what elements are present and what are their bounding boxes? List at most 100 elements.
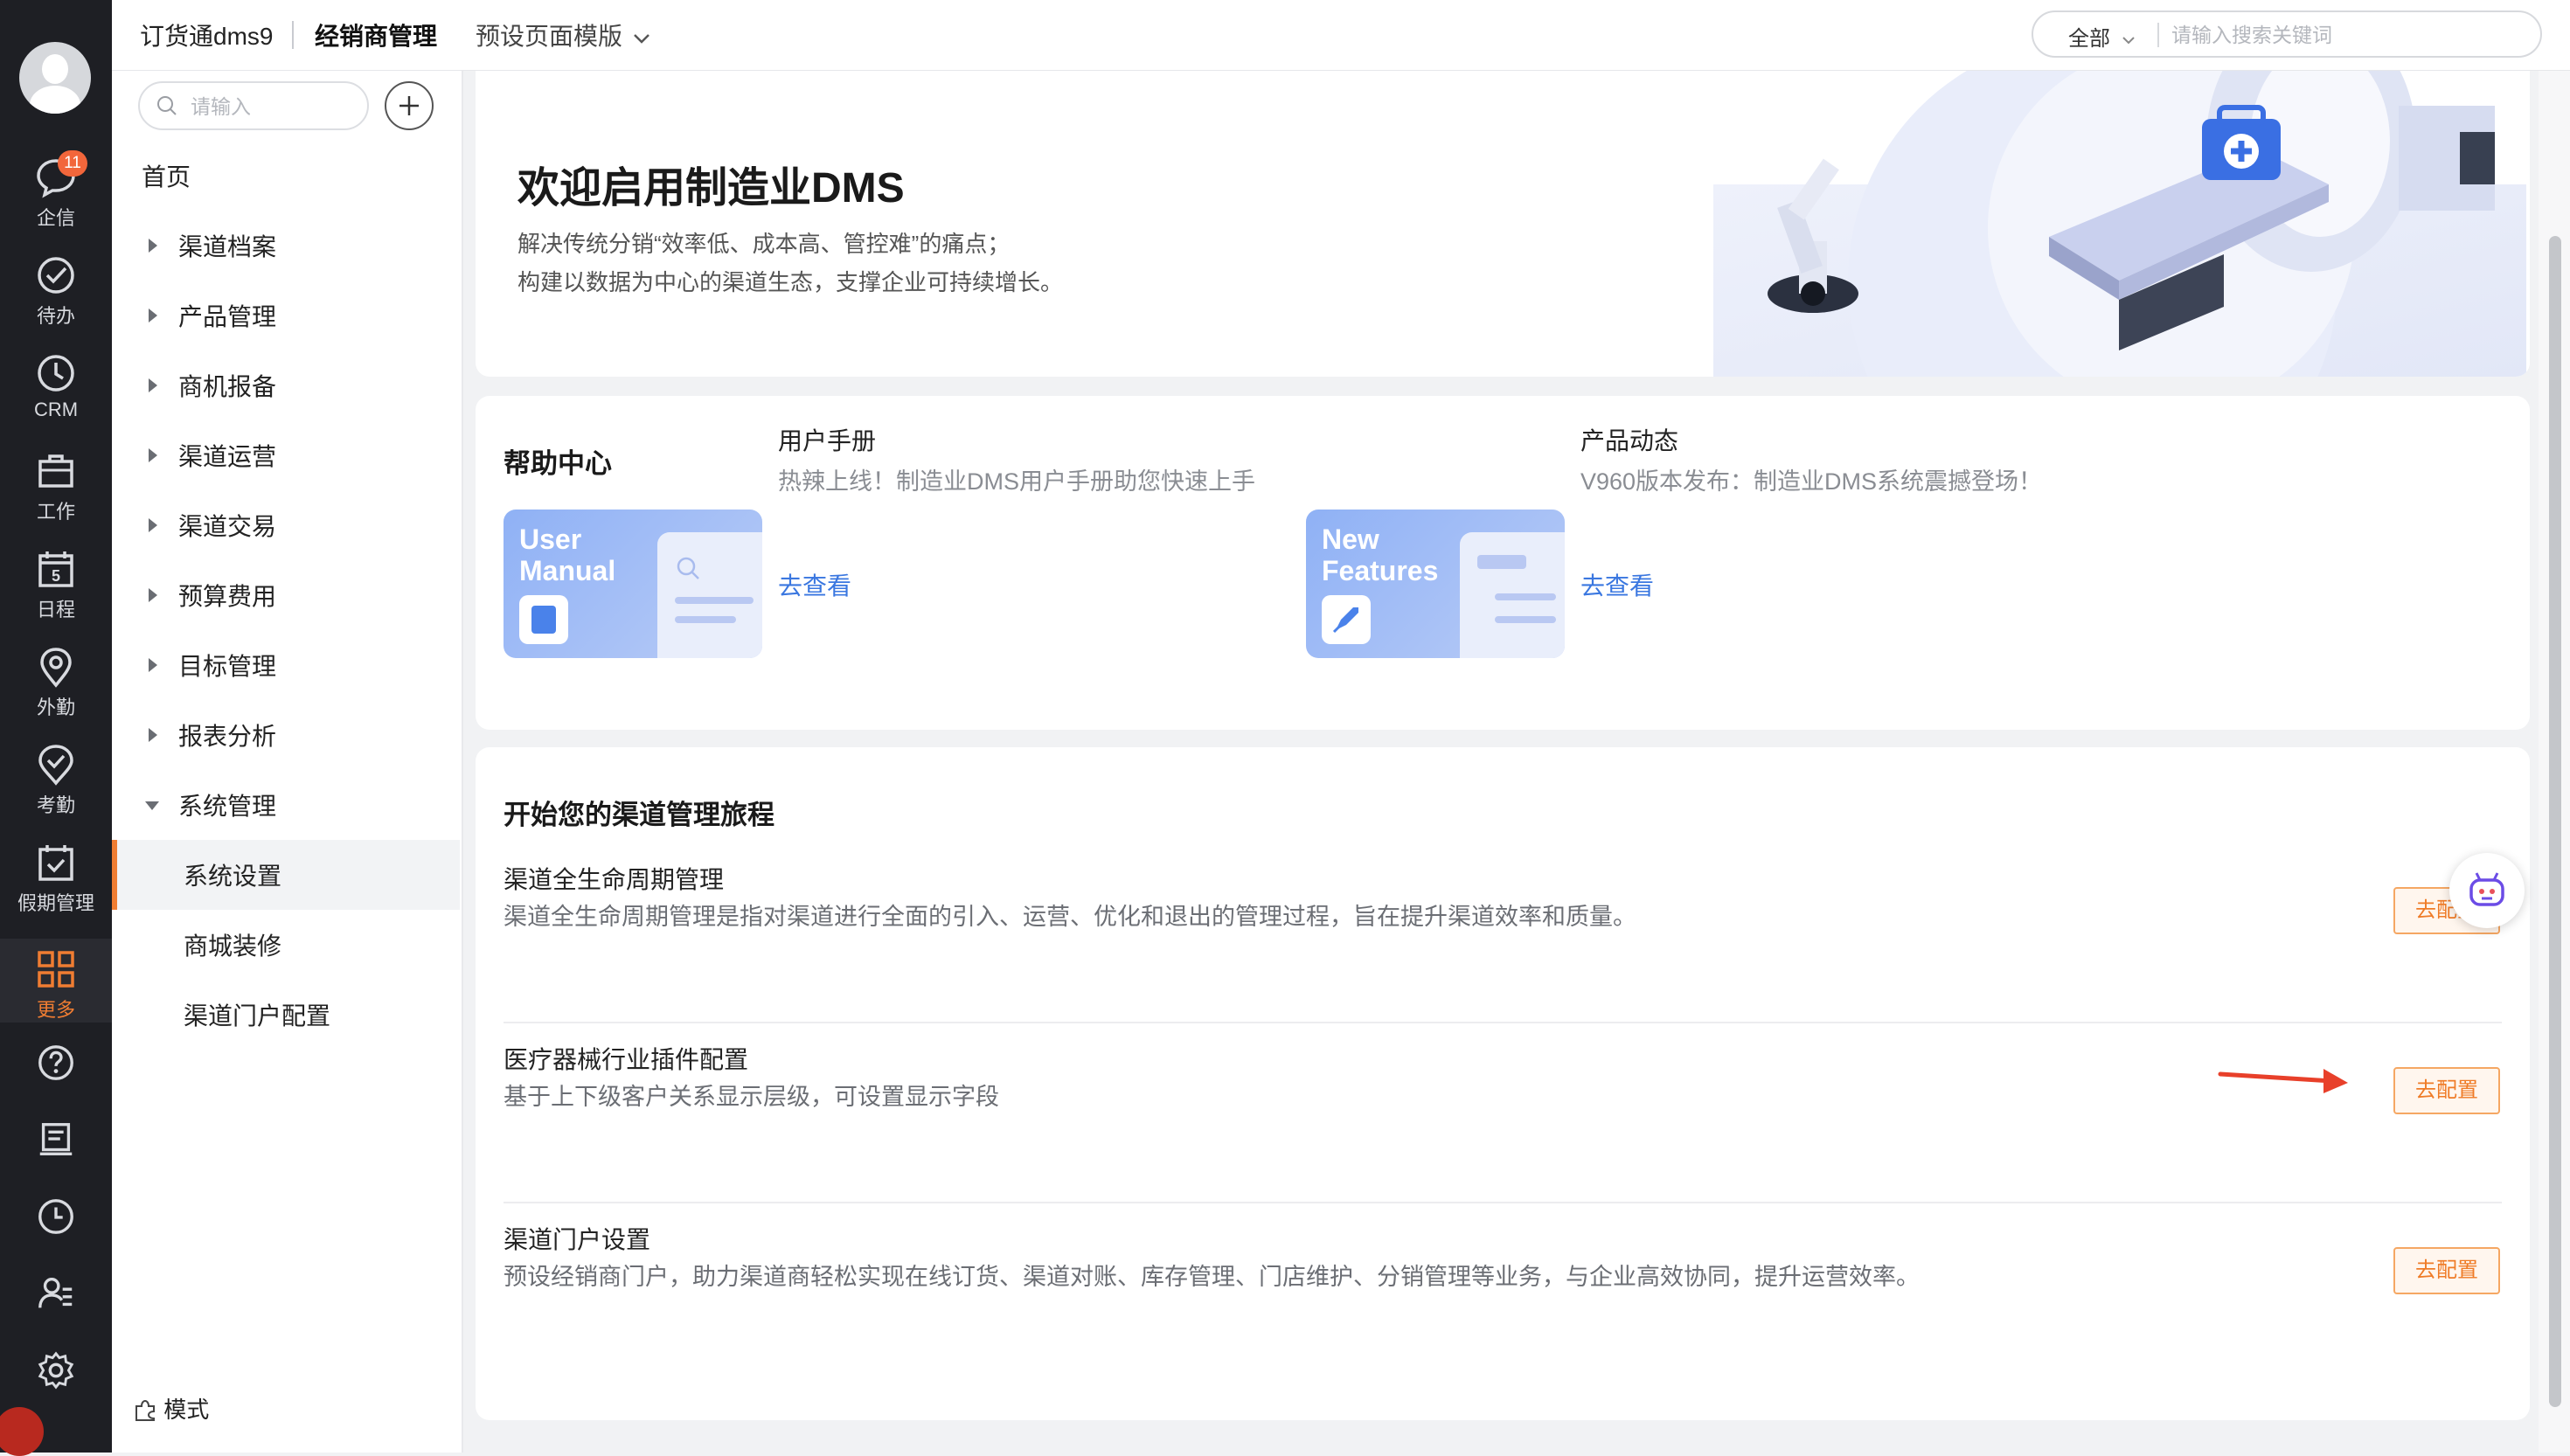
- search-scope-select[interactable]: 全部: [2068, 21, 2136, 52]
- nav-group-product[interactable]: 产品管理: [112, 281, 460, 350]
- rail-label: 外勤: [36, 697, 75, 718]
- nav-item-mall-decoration[interactable]: 商城装修: [112, 910, 460, 980]
- rail-item-work[interactable]: 工作: [0, 449, 112, 547]
- user-manual-thumbnail[interactable]: User Manual: [504, 510, 762, 658]
- module-nav: 首页 渠道档案 产品管理 商机报备 渠道运营 渠道交易 预算费用 目标管理 报表…: [112, 71, 463, 1453]
- rail-item-more[interactable]: 更多: [0, 939, 112, 1023]
- journey-row-name: 医疗器械行业插件配置: [504, 1046, 749, 1073]
- rail-item-todo[interactable]: 待办: [0, 253, 112, 351]
- book-icon: [519, 595, 568, 644]
- template-dropdown[interactable]: 预设页面模版: [476, 17, 650, 52]
- nav-item-label: 渠道交易: [178, 513, 277, 540]
- nav-group-system[interactable]: 系统管理: [112, 770, 460, 840]
- user-manual-name: 用户手册: [778, 427, 877, 454]
- rail-label: 企信: [36, 207, 75, 229]
- rail-item-field[interactable]: 外勤: [0, 645, 112, 743]
- search-scope-label: 全部: [2068, 27, 2110, 51]
- nav-group-channel-archive[interactable]: 渠道档案: [112, 211, 460, 281]
- new-features-thumbnail[interactable]: New Features: [1306, 510, 1565, 658]
- rail-item-attendance[interactable]: 考勤: [0, 743, 112, 841]
- nav-item-label: 商城装修: [184, 933, 282, 960]
- nav-item-system-settings[interactable]: 系统设置: [112, 840, 460, 910]
- thumb-line-2: Features: [1322, 555, 1439, 586]
- caret-right-icon: [149, 518, 157, 532]
- help-icon: [38, 1045, 73, 1080]
- search-icon: [157, 96, 177, 115]
- nav-item-label: 目标管理: [178, 653, 277, 680]
- nav-group-trade[interactable]: 渠道交易: [112, 490, 460, 560]
- nav-group-opportunity[interactable]: 商机报备: [112, 350, 460, 420]
- user-manual-desc: 热辣上线！制造业DMS用户手册助您快速上手: [778, 468, 1255, 495]
- search-input[interactable]: [2170, 19, 2523, 51]
- user-manage-button[interactable]: [0, 1272, 112, 1342]
- banner-title: 欢迎启用制造业DMS: [517, 165, 905, 211]
- mode-switch[interactable]: 模式: [133, 1392, 209, 1425]
- caret-right-icon: [149, 239, 157, 253]
- history-icon: [38, 1199, 73, 1234]
- nav-item-label: 预算费用: [178, 583, 277, 610]
- nav-search-input[interactable]: [189, 92, 358, 121]
- rail-item-crm[interactable]: CRM: [0, 351, 112, 449]
- add-button[interactable]: [385, 81, 434, 130]
- plus-icon: [399, 96, 419, 115]
- grid-more-icon: [38, 951, 74, 988]
- rail-item-leave[interactable]: 假期管理: [0, 841, 112, 939]
- user-manual-link[interactable]: 去查看: [778, 567, 851, 602]
- svg-text:5: 5: [52, 567, 60, 585]
- product-news-desc: V960版本发布：制造业DMS系统震撼登场！: [1580, 468, 2043, 495]
- app-name[interactable]: 订货通dms9: [140, 17, 273, 52]
- banner-line-1: 解决传统分销“效率低、成本高、管控难”的痛点；: [517, 231, 1011, 257]
- global-search: 全部: [2032, 10, 2542, 58]
- document-button[interactable]: [0, 1119, 112, 1189]
- configure-button[interactable]: 去配置: [2393, 1247, 2500, 1294]
- product-news-link[interactable]: 去查看: [1580, 567, 1654, 602]
- caret-right-icon: [149, 728, 157, 742]
- nav-item-label: 系统管理: [178, 793, 277, 820]
- nav-item-portal-config[interactable]: 渠道门户配置: [112, 980, 460, 1050]
- product-news-name: 产品动态: [1580, 427, 1679, 454]
- check-circle-icon: [38, 257, 74, 294]
- nav-group-operations[interactable]: 渠道运营: [112, 420, 460, 490]
- nav-item-label: 渠道门户配置: [184, 1002, 331, 1030]
- rail-item-qixin[interactable]: 11 企信: [0, 150, 112, 253]
- thumb-line-1: User: [519, 523, 582, 555]
- top-bar: 订货通dms9 经销商管理 预设页面模版 全部: [112, 0, 2570, 71]
- location-pin-icon: [40, 648, 72, 688]
- rail-label: 更多: [36, 999, 75, 1021]
- nav-search: [138, 81, 369, 130]
- robot-assistant-icon: [2469, 872, 2504, 906]
- nav-group-target[interactable]: 目标管理: [112, 630, 460, 700]
- rail-label: 待办: [36, 305, 75, 327]
- journey-row-desc: 渠道全生命周期管理是指对渠道进行全面的引入、运营、优化和退出的管理过程，旨在提升…: [504, 904, 1636, 930]
- help-button[interactable]: [0, 1042, 112, 1112]
- rail-item-schedule[interactable]: 5 日程: [0, 547, 112, 645]
- nav-group-reports[interactable]: 报表分析: [112, 700, 460, 770]
- thumb-line-2: Manual: [519, 555, 616, 586]
- nav-item-label: 系统设置: [184, 863, 282, 890]
- clock-icon: [38, 355, 74, 392]
- thumb-line-1: New: [1322, 523, 1379, 555]
- caret-right-icon: [149, 309, 157, 322]
- caret-down-icon: [145, 801, 159, 810]
- welcome-banner: 欢迎启用制造业DMS 解决传统分销“效率低、成本高、管控难”的痛点； 构建以数据…: [476, 71, 2530, 377]
- divider: [292, 21, 294, 49]
- assistant-button[interactable]: [2449, 853, 2525, 928]
- nav-item-label: 报表分析: [178, 723, 277, 750]
- avatar[interactable]: [19, 42, 91, 114]
- configure-button[interactable]: 去配置: [2393, 1067, 2500, 1114]
- mode-label: 模式: [163, 1397, 210, 1423]
- attendance-check-icon: [38, 745, 73, 786]
- nav-item-home[interactable]: 首页: [112, 141, 460, 211]
- user-manage-icon: [38, 1278, 73, 1308]
- journey-row-desc: 预设经销商门户，助力渠道商轻松实现在线订货、渠道对账、库存管理、门店维护、分销管…: [504, 1264, 1920, 1290]
- rocket-icon: [1322, 595, 1371, 644]
- history-button[interactable]: [0, 1196, 112, 1265]
- calendar-icon: 5: [38, 551, 73, 587]
- nav-item-label: 渠道档案: [178, 233, 277, 260]
- journey-row-desc: 基于上下级客户关系显示层级，可设置显示字段: [504, 1084, 999, 1110]
- nav-group-budget[interactable]: 预算费用: [112, 560, 460, 630]
- help-center-title: 帮助中心: [504, 448, 612, 479]
- document-icon: [39, 1123, 73, 1155]
- scrollbar-thumb[interactable]: [2549, 236, 2561, 1407]
- journey-row-name: 渠道全生命周期管理: [504, 866, 725, 893]
